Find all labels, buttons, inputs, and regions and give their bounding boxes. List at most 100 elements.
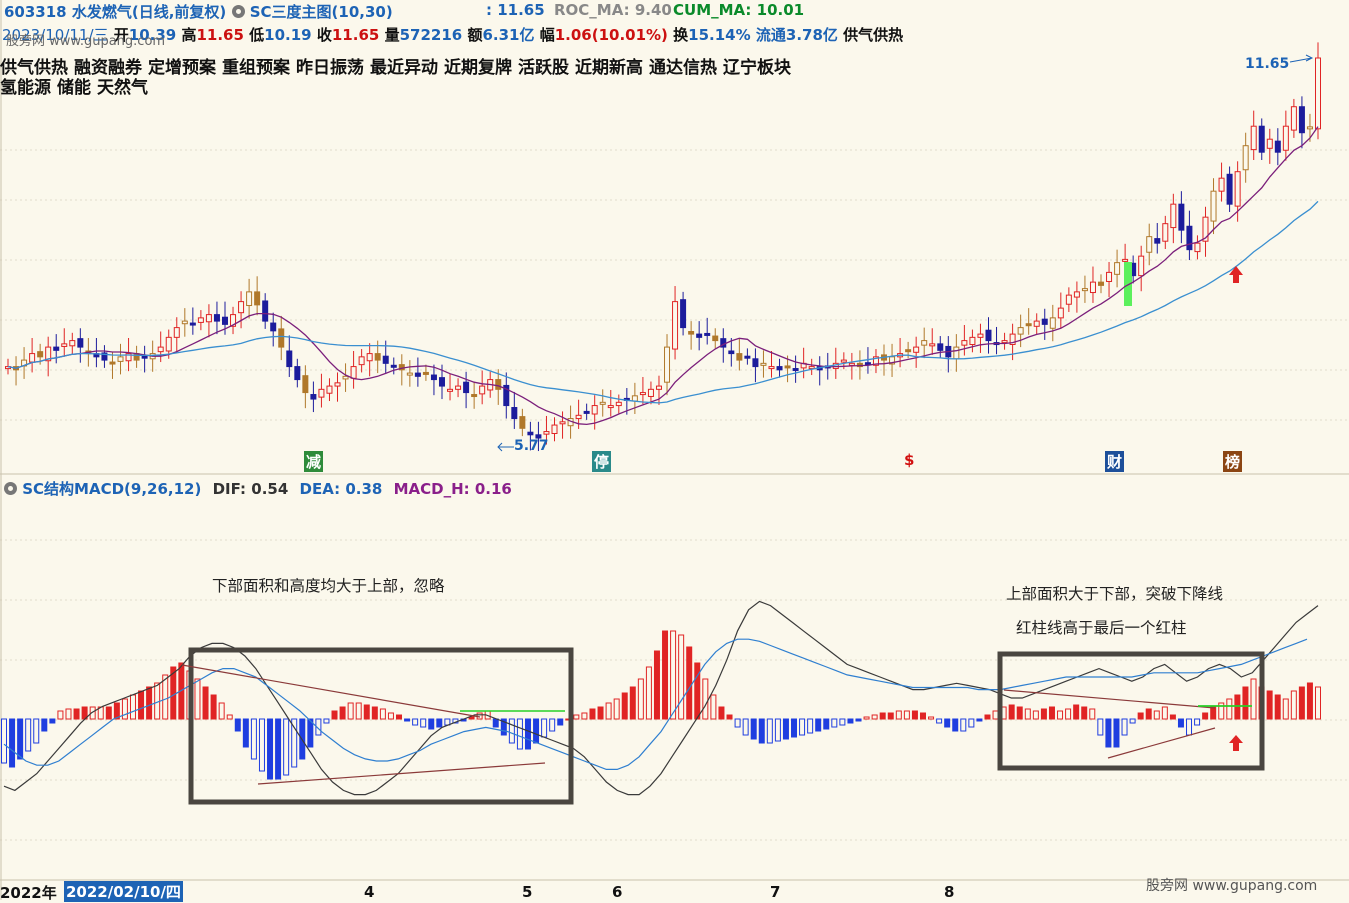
event-tag-finance[interactable]: 财 [1105,451,1125,472]
annotation-right-2: 红柱线高于最后一个红柱 [1016,619,1187,637]
candle-body [479,385,486,395]
concept-tag[interactable]: 近期新高 [575,58,643,78]
candle-body [53,346,60,351]
candle-body [1250,125,1257,151]
macd-histogram-bar [275,718,282,780]
ma-short-line [7,126,1319,426]
macd-histogram-bar [25,718,32,752]
macd-histogram-bar [952,718,959,732]
concept-tag[interactable]: 储能 [57,78,91,98]
candle-body [937,343,944,351]
candle-body [840,359,847,363]
candle-body [358,356,365,366]
macd-histogram-bar [791,718,798,738]
macd-histogram-bar [1121,718,1128,736]
concept-tag[interactable]: 通达信热 [649,58,717,78]
candle-body [29,353,36,363]
candle-body [631,395,638,402]
axis-month-6: 6 [612,883,623,901]
macd-histogram-bar [1097,718,1104,736]
concept-tag[interactable]: 最近异动 [370,58,438,78]
macd-histogram-bar [202,686,209,720]
main-indicator-name[interactable]: SC三度主图(10,30) [250,3,393,21]
price-panel [5,42,1321,452]
candle-body [607,405,614,409]
stock-code[interactable]: 603318 [4,3,67,21]
high-label: 高 [181,26,197,44]
macd-histogram-bar [1161,706,1168,720]
macd-histogram-bar [404,718,411,722]
macd-histogram-bar [138,690,145,720]
macd-histogram-bar [541,718,548,738]
macd-histogram-bar [1113,718,1120,748]
candle-body [953,346,960,360]
candle-body [1274,140,1281,153]
amount-label: 额 [467,26,483,44]
macd-histogram-bar [162,674,169,720]
candle-body [302,375,309,394]
candle-body [1025,323,1032,327]
event-tag-list[interactable]: 榜 [1223,451,1243,472]
concept-tag[interactable]: 重组预案 [222,58,290,78]
event-tag-suspend[interactable]: 停 [592,451,612,472]
event-tag-reduce[interactable]: 减 [304,451,324,472]
candle-body [575,414,582,420]
macd-histogram-bar [863,716,870,720]
stock-name[interactable]: 水发燃气(日线,前复权) [72,3,226,21]
candle-body [688,331,695,335]
macd-histogram-bar [637,678,644,720]
macd-histogram-bar [428,718,435,730]
candle-body [768,366,775,370]
settings-gear-icon[interactable] [231,5,245,18]
event-tag-dollar[interactable]: $ [902,451,916,469]
concept-tag[interactable]: 辽宁板块 [723,58,791,78]
concept-tag[interactable]: 融资融券 [74,58,142,78]
concept-tag[interactable]: 供气供热 [0,58,68,78]
candle-body [519,416,526,429]
candle-body [672,301,679,350]
macd-settings-icon[interactable] [4,482,17,495]
macd-indicator-name[interactable]: SC结构MACD(9,26,12) [22,480,201,498]
candle-body [61,343,68,347]
macd-histogram-bar [645,666,652,720]
candle-body [913,346,920,353]
candle-body [1315,57,1321,130]
macd-histogram-bar [976,718,983,722]
candle-body [1290,106,1297,131]
macd-histogram-bar [49,718,56,724]
concept-tag[interactable]: 天然气 [97,78,148,98]
candle-body [1041,318,1048,325]
sector-tag[interactable]: 供气供热 [843,26,903,44]
candle-body [511,407,518,420]
concept-tag[interactable]: 近期复牌 [444,58,512,78]
low-value: 10.19 [264,26,312,44]
macd-histogram-bar [605,702,612,720]
macd-histogram-bar [1194,718,1201,726]
macd-histogram-bar [524,718,531,750]
macd-histogram-bar [371,706,378,720]
macd-histogram-bar [1040,708,1047,720]
macd-histogram-bar [65,708,72,720]
axis-month-4: 4 [364,883,375,901]
candle-body [213,314,220,322]
concept-tag[interactable]: 活跃股 [518,58,569,78]
candle-body [961,340,968,346]
candle-body [1001,340,1008,344]
change-label: 幅 [539,26,555,44]
macd-histogram-bar [347,702,354,720]
candle-body [1154,238,1161,244]
candle-body [310,394,317,400]
candle-body [334,382,341,387]
candle-body [1242,145,1249,171]
candle-body [1017,327,1024,335]
concept-tag[interactable]: 定增预案 [148,58,216,78]
candle-body [286,350,293,368]
candle-body [1218,177,1225,192]
candle-body [238,301,245,314]
concept-tag[interactable]: 氢能源 [0,78,51,98]
float-value: 3.78亿 [785,26,838,44]
candle-body [141,355,148,359]
macd-histogram-bar [960,718,967,732]
macd-histogram-bar [1089,708,1096,720]
concept-tag[interactable]: 昨日振荡 [296,58,364,78]
